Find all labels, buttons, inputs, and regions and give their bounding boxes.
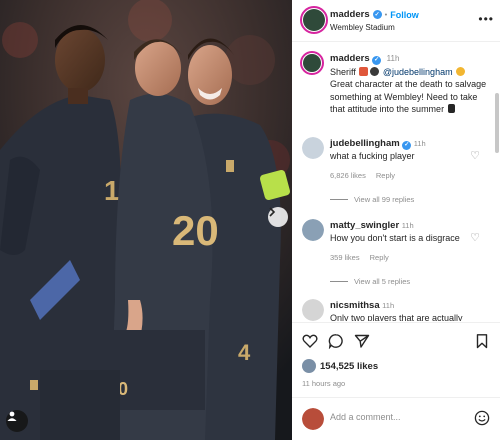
comment-time: 11h (413, 139, 426, 148)
comment-like-heart-icon[interactable]: ♡ (470, 231, 480, 244)
post-header: madders ✓ • Follow Wembley Stadium ••• (292, 0, 500, 42)
comment-body: judebellingham ✓ 11h what a fucking play… (330, 137, 470, 162)
comment-text: what a fucking player (330, 151, 415, 161)
replies-divider (330, 199, 348, 200)
comment-username[interactable]: judebellingham (330, 138, 400, 149)
add-comment-row: Add a comment... (292, 398, 500, 440)
comment-body: matty_swingler 11h How you don't start i… (330, 219, 470, 244)
caption-avatar[interactable] (300, 51, 324, 75)
shirt-number-middle: 20 (172, 207, 219, 254)
comment-username[interactable]: nicsmithsa (330, 300, 380, 311)
current-user-avatar (302, 408, 324, 430)
comments-list[interactable]: madders ✓ 11h Sheriff @judebellingham Gr… (292, 43, 500, 321)
comment-icon[interactable] (328, 333, 344, 349)
post-caption: madders ✓ 11h Sheriff @judebellingham Gr… (330, 52, 490, 116)
comment-avatar[interactable] (302, 219, 324, 241)
view-replies-label: View all 5 replies (354, 277, 411, 286)
verified-icon: ✓ (372, 55, 382, 65)
view-replies-label: View all 99 replies (354, 195, 415, 204)
author-avatar[interactable] (300, 6, 328, 34)
caption-time: 11h (386, 54, 400, 63)
next-photo-button[interactable] (268, 207, 288, 227)
comment-reply-button[interactable]: Reply (376, 171, 395, 180)
comment-meta: 6,826 likes Reply (330, 171, 395, 180)
liker-avatar (302, 359, 316, 373)
post-actions: 154,525 likes 11 hours ago (292, 322, 500, 398)
verified-icon: ✓ (402, 140, 412, 150)
heart-emoji-icon (456, 66, 466, 76)
flag-emoji-icon (447, 104, 455, 113)
bookmark-icon[interactable] (474, 333, 490, 349)
comment-avatar[interactable] (302, 299, 324, 321)
share-icon[interactable] (354, 333, 370, 349)
comment-like-heart-icon[interactable]: ♡ (470, 149, 480, 162)
caption-mention-link[interactable]: @judebellingham (383, 67, 453, 77)
smile-icon[interactable] (474, 410, 490, 426)
comment-time: 11h (401, 221, 414, 230)
posted-time: 11 hours ago (302, 379, 346, 388)
comments-scrollbar[interactable] (495, 93, 499, 153)
author-name-row: madders ✓ • Follow (330, 9, 419, 20)
comment-body: nicsmithsa 11h Only two players that are… (330, 299, 470, 321)
verified-icon: ✓ (372, 10, 382, 19)
view-replies-button[interactable]: View all 5 replies (330, 277, 410, 286)
heart-icon[interactable] (302, 333, 318, 349)
comment-text: How you don't start is a disgrace (330, 233, 460, 243)
caption-text-start: Sheriff (330, 66, 356, 77)
post-side-panel: madders ✓ • Follow Wembley Stadium ••• m… (292, 0, 500, 440)
follow-button[interactable]: Follow (390, 10, 419, 20)
tagged-people-button[interactable] (6, 410, 28, 432)
sheriff-emoji-icon (359, 66, 369, 76)
separator-dot: • (384, 10, 388, 19)
comment-avatar[interactable] (302, 137, 324, 159)
chevron-right-icon (269, 207, 276, 217)
photo-illustration: 10 4 20 0 (0, 0, 292, 440)
replies-divider (330, 281, 348, 282)
shirt-number-right: 4 (238, 340, 251, 365)
football-emoji-icon (370, 66, 380, 76)
comment-username[interactable]: matty_swingler (330, 220, 399, 231)
likes-summary[interactable]: 154,525 likes (302, 359, 378, 373)
comment-text: Only two players that are actually (330, 313, 463, 321)
comment-likes[interactable]: 6,826 likes (330, 171, 366, 180)
post-photo[interactable]: 10 4 20 0 (0, 0, 292, 440)
comment-time: 11h (382, 301, 395, 310)
comment-meta: 359 likes Reply (330, 253, 389, 262)
author-username[interactable]: madders (330, 9, 370, 20)
post-location[interactable]: Wembley Stadium (330, 23, 395, 32)
likes-count[interactable]: 154,525 likes (320, 361, 378, 372)
view-replies-button[interactable]: View all 99 replies (330, 195, 414, 204)
more-options-button[interactable]: ••• (478, 12, 494, 26)
caption-text-body: Great character at the death to salvage … (330, 79, 487, 114)
add-comment-input[interactable]: Add a comment... (330, 412, 401, 422)
comment-likes[interactable]: 359 likes (330, 253, 360, 262)
person-tag-icon (7, 411, 17, 421)
comment-reply-button[interactable]: Reply (370, 253, 389, 262)
caption-username[interactable]: madders (330, 53, 370, 64)
